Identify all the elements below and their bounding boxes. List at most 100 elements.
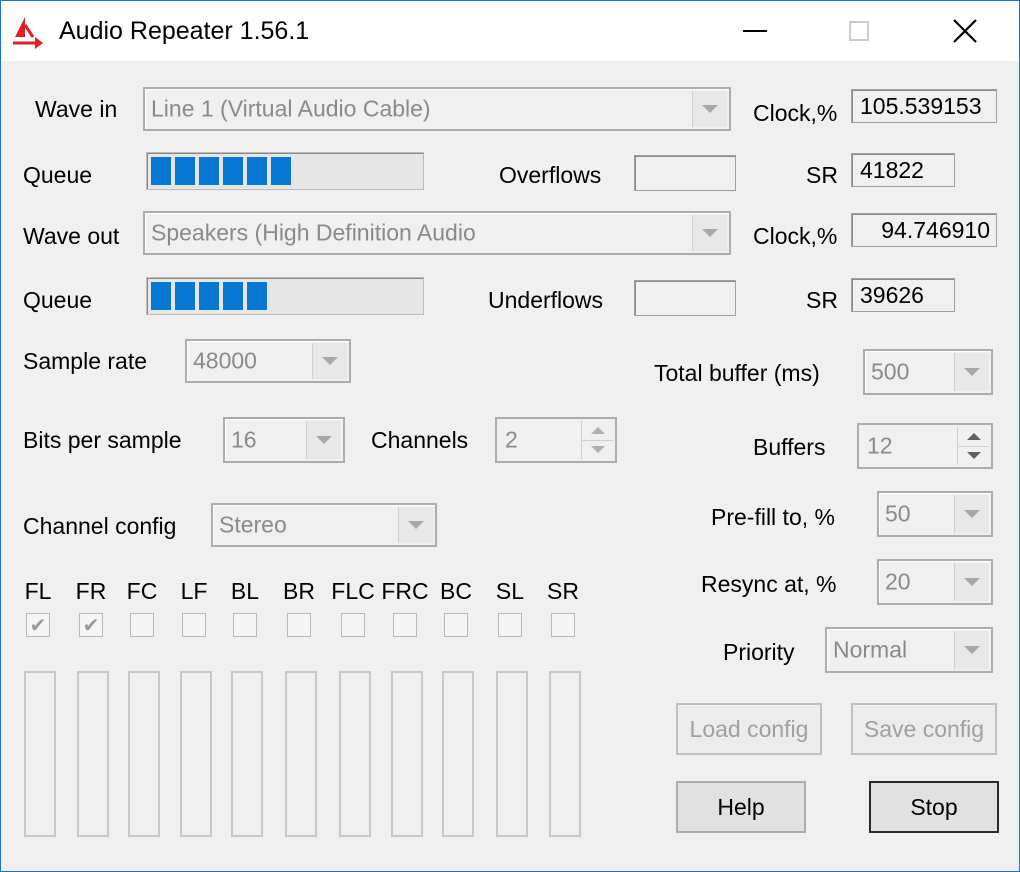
queue-segment (271, 157, 291, 185)
channel-checkbox-frc[interactable] (393, 613, 417, 637)
wave-in-label: Wave in (35, 96, 118, 122)
minimize-button[interactable] (705, 1, 805, 61)
out-queue-meter (146, 277, 424, 315)
prefill-select[interactable]: 50 (877, 491, 993, 537)
queue-segment (247, 282, 267, 310)
in-queue-fill (151, 157, 291, 185)
spin-down-icon[interactable] (581, 440, 613, 459)
app-window: Audio Repeater 1.56.1 Wave in Line 1 (Vi… (0, 0, 1020, 872)
resync-value: 20 (885, 568, 911, 595)
chevron-down-icon[interactable] (312, 343, 347, 379)
channel-label-lf: LF (180, 578, 208, 604)
resync-label: Resync at, % (701, 571, 837, 597)
channel-label-bl: BL (230, 578, 260, 604)
channel-checkbox-lf[interactable] (182, 613, 206, 637)
resync-select[interactable]: 20 (877, 559, 993, 605)
close-button[interactable] (915, 1, 1015, 61)
window-title: Audio Repeater 1.56.1 (59, 17, 310, 45)
channel-level-meter-sl (496, 671, 528, 837)
channel-checkbox-fc[interactable] (130, 613, 154, 637)
channel-checkbox-sl[interactable] (498, 613, 522, 637)
prefill-value: 50 (885, 500, 911, 527)
chevron-down-icon[interactable] (954, 353, 989, 391)
total-buffer-label: Total buffer (ms) (654, 360, 820, 386)
prefill-label: Pre-fill to, % (711, 504, 835, 530)
chevron-down-icon[interactable] (398, 507, 433, 543)
channel-label-frc: FRC (381, 578, 429, 604)
load-config-button[interactable]: Load config (676, 703, 822, 755)
bits-select[interactable]: 16 (223, 417, 345, 463)
priority-select[interactable]: Normal (825, 627, 993, 673)
chevron-down-icon[interactable] (692, 215, 727, 251)
channel-config-select[interactable]: Stereo (211, 503, 437, 547)
save-config-button[interactable]: Save config (851, 703, 997, 755)
channel-label-sl: SL (495, 578, 525, 604)
channel-checkbox-sr[interactable] (551, 613, 575, 637)
channels-spinner[interactable]: 2 (495, 417, 617, 463)
wave-out-label: Wave out (23, 223, 120, 249)
queue-segment (199, 157, 219, 185)
stop-button[interactable]: Stop (869, 781, 999, 833)
overflows-readout (634, 155, 736, 191)
chevron-down-icon[interactable] (954, 631, 989, 669)
channel-label-flc: FLC (331, 578, 375, 604)
in-sr-label: SR (806, 162, 838, 188)
out-sr-readout: 39626 (851, 278, 955, 312)
chevron-down-icon[interactable] (306, 421, 341, 459)
chevron-down-icon[interactable] (954, 495, 989, 533)
channel-level-meter-lf (180, 671, 212, 837)
wave-in-value: Line 1 (Virtual Audio Cable) (151, 95, 431, 122)
in-clock-readout: 105.539153 (851, 89, 997, 123)
buffers-label: Buffers (753, 434, 826, 460)
spin-up-icon[interactable] (957, 427, 989, 447)
sample-rate-value: 48000 (193, 347, 257, 374)
out-clock-label: Clock,% (753, 223, 838, 249)
buffers-value: 12 (867, 432, 893, 459)
priority-label: Priority (723, 639, 795, 665)
channel-label-fl: FL (24, 578, 52, 604)
queue-segment (247, 157, 267, 185)
maximize-icon (849, 21, 869, 41)
queue-segment (151, 157, 171, 185)
queue-segment (223, 157, 243, 185)
chevron-down-icon[interactable] (954, 563, 989, 601)
close-icon (953, 19, 977, 43)
in-queue-label: Queue (23, 162, 93, 188)
channel-label-br: BR (283, 578, 315, 604)
buffers-spinner[interactable]: 12 (857, 423, 993, 469)
queue-segment (199, 282, 219, 310)
checkmark-icon: ✔ (82, 614, 100, 637)
queue-segment (151, 282, 171, 310)
channel-level-meter-bc (442, 671, 474, 837)
sample-rate-select[interactable]: 48000 (185, 339, 351, 383)
help-button[interactable]: Help (676, 781, 806, 833)
channel-level-meter-flc (339, 671, 371, 837)
checkmark-icon: ✔ (29, 614, 47, 637)
spin-up-icon[interactable] (581, 421, 613, 441)
channels-label: Channels (371, 427, 469, 453)
channel-checkbox-bc[interactable] (444, 613, 468, 637)
channel-label-sr: SR (547, 578, 579, 604)
channel-level-meter-fl (24, 671, 56, 837)
spin-down-icon[interactable] (957, 446, 989, 465)
priority-value: Normal (833, 636, 908, 663)
channel-checkbox-flc[interactable] (341, 613, 365, 637)
channel-checkbox-fl[interactable]: ✔ (26, 613, 50, 637)
underflows-readout (634, 280, 736, 316)
wave-out-select[interactable]: Speakers (High Definition Audio (143, 211, 731, 255)
title-bar[interactable]: Audio Repeater 1.56.1 (1, 1, 1019, 61)
out-queue-fill (151, 282, 267, 310)
in-clock-label: Clock,% (753, 100, 838, 126)
channel-level-meter-br (285, 671, 317, 837)
in-sr-readout: 41822 (851, 153, 955, 187)
channel-checkbox-bl[interactable] (233, 613, 257, 637)
channel-checkbox-br[interactable] (287, 613, 311, 637)
channel-checkbox-fr[interactable]: ✔ (79, 613, 103, 637)
channel-label-fr: FR (75, 578, 107, 604)
wave-out-value: Speakers (High Definition Audio (151, 219, 476, 246)
queue-segment (175, 157, 195, 185)
maximize-button (809, 1, 909, 61)
chevron-down-icon[interactable] (692, 91, 727, 127)
total-buffer-select[interactable]: 500 (863, 349, 993, 395)
wave-in-select[interactable]: Line 1 (Virtual Audio Cable) (143, 87, 731, 131)
